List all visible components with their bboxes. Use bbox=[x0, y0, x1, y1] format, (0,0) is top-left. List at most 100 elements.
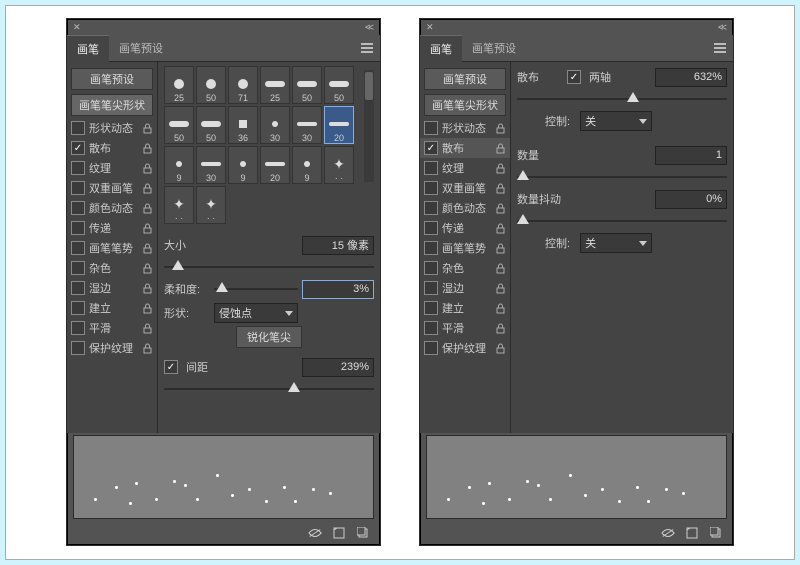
sidebar-item-0[interactable]: 形状动态 bbox=[67, 118, 157, 138]
brush-preset-cell[interactable]: 30 bbox=[260, 106, 290, 144]
brush-preset-cell[interactable]: 9 bbox=[164, 146, 194, 184]
sidebar-item-1[interactable]: 散布 bbox=[420, 138, 510, 158]
sidebar-item-2[interactable]: 纹理 bbox=[67, 158, 157, 178]
sidebar-item-9[interactable]: 建立 bbox=[420, 298, 510, 318]
close-icon[interactable]: ✕ bbox=[426, 22, 434, 33]
option-checkbox[interactable] bbox=[71, 241, 85, 255]
panel-menu-icon[interactable] bbox=[354, 35, 380, 61]
sidebar-item-10[interactable]: 平滑 bbox=[420, 318, 510, 338]
lock-icon[interactable] bbox=[495, 303, 506, 314]
spacing-slider[interactable] bbox=[164, 380, 374, 398]
tab-brush-presets[interactable]: 画笔预设 bbox=[109, 35, 173, 61]
brush-preset-cell[interactable]: 50 bbox=[196, 66, 226, 104]
brush-preset-cell[interactable]: ✦· · bbox=[196, 186, 226, 224]
spacing-input[interactable]: 239% bbox=[302, 358, 374, 377]
lock-icon[interactable] bbox=[142, 123, 153, 134]
count-jitter-input[interactable]: 0% bbox=[655, 190, 727, 209]
option-checkbox[interactable] bbox=[424, 341, 438, 355]
option-checkbox[interactable] bbox=[424, 281, 438, 295]
option-checkbox[interactable] bbox=[424, 221, 438, 235]
brush-preset-cell[interactable]: 30 bbox=[196, 146, 226, 184]
option-checkbox[interactable] bbox=[424, 201, 438, 215]
shape-dropdown[interactable]: 侵蚀点 bbox=[214, 303, 298, 323]
brush-preset-cell[interactable]: 36 bbox=[228, 106, 258, 144]
option-checkbox[interactable] bbox=[71, 261, 85, 275]
sidebar-btn-tip-shape[interactable]: 画笔笔尖形状 bbox=[71, 94, 153, 116]
option-checkbox[interactable] bbox=[424, 141, 438, 155]
lock-icon[interactable] bbox=[142, 283, 153, 294]
toggle-preview-icon[interactable] bbox=[308, 526, 322, 540]
option-checkbox[interactable] bbox=[424, 261, 438, 275]
lock-icon[interactable] bbox=[142, 243, 153, 254]
sidebar-item-11[interactable]: 保护纹理 bbox=[420, 338, 510, 358]
collapse-icon[interactable]: ≪ bbox=[365, 22, 374, 33]
sidebar-item-7[interactable]: 杂色 bbox=[67, 258, 157, 278]
lock-icon[interactable] bbox=[142, 343, 153, 354]
lock-icon[interactable] bbox=[495, 203, 506, 214]
panel-menu-icon[interactable] bbox=[707, 35, 733, 61]
sidebar-btn-tip-shape[interactable]: 画笔笔尖形状 bbox=[424, 94, 506, 116]
lock-icon[interactable] bbox=[142, 263, 153, 274]
tab-brush[interactable]: 画笔 bbox=[67, 35, 109, 62]
lock-icon[interactable] bbox=[495, 323, 506, 334]
control-dropdown[interactable]: 关 bbox=[580, 111, 652, 131]
scatter-slider[interactable] bbox=[517, 90, 727, 108]
sidebar-item-7[interactable]: 杂色 bbox=[420, 258, 510, 278]
new-preset-icon[interactable] bbox=[685, 526, 699, 540]
softness-slider[interactable] bbox=[214, 280, 298, 298]
brush-preset-cell[interactable]: 9 bbox=[292, 146, 322, 184]
brush-preset-cell[interactable]: ✦· · bbox=[164, 186, 194, 224]
sidebar-item-4[interactable]: 颜色动态 bbox=[67, 198, 157, 218]
lock-icon[interactable] bbox=[142, 143, 153, 154]
size-input[interactable]: 15 像素 bbox=[302, 236, 374, 255]
tab-brush-presets[interactable]: 画笔预设 bbox=[462, 35, 526, 61]
count-input[interactable]: 1 bbox=[655, 146, 727, 165]
option-checkbox[interactable] bbox=[71, 161, 85, 175]
sidebar-item-5[interactable]: 传递 bbox=[420, 218, 510, 238]
option-checkbox[interactable] bbox=[424, 241, 438, 255]
sidebar-item-9[interactable]: 建立 bbox=[67, 298, 157, 318]
option-checkbox[interactable] bbox=[71, 121, 85, 135]
lock-icon[interactable] bbox=[495, 183, 506, 194]
grid-scrollbar[interactable] bbox=[364, 70, 374, 182]
option-checkbox[interactable] bbox=[424, 161, 438, 175]
lock-icon[interactable] bbox=[495, 223, 506, 234]
option-checkbox[interactable] bbox=[71, 221, 85, 235]
brush-preset-cell[interactable]: 25 bbox=[164, 66, 194, 104]
collapse-icon[interactable]: ≪ bbox=[718, 22, 727, 33]
sidebar-item-10[interactable]: 平滑 bbox=[67, 318, 157, 338]
lock-icon[interactable] bbox=[142, 183, 153, 194]
lock-icon[interactable] bbox=[495, 243, 506, 254]
sidebar-item-6[interactable]: 画笔笔势 bbox=[67, 238, 157, 258]
brush-preset-cell[interactable]: 20 bbox=[324, 106, 354, 144]
sidebar-item-2[interactable]: 纹理 bbox=[420, 158, 510, 178]
brush-preset-cell[interactable]: 50 bbox=[324, 66, 354, 104]
count-slider[interactable] bbox=[517, 168, 727, 186]
sharpen-tip-button[interactable]: 锐化笔尖 bbox=[236, 326, 302, 348]
option-checkbox[interactable] bbox=[71, 321, 85, 335]
softness-input[interactable]: 3% bbox=[302, 280, 374, 299]
brush-preset-cell[interactable]: 50 bbox=[164, 106, 194, 144]
lock-icon[interactable] bbox=[495, 163, 506, 174]
sidebar-item-1[interactable]: 散布 bbox=[67, 138, 157, 158]
brush-preset-cell[interactable]: 71 bbox=[228, 66, 258, 104]
option-checkbox[interactable] bbox=[71, 301, 85, 315]
close-icon[interactable]: ✕ bbox=[73, 22, 81, 33]
option-checkbox[interactable] bbox=[71, 201, 85, 215]
control-dropdown-2[interactable]: 关 bbox=[580, 233, 652, 253]
brush-preset-cell[interactable]: 50 bbox=[292, 66, 322, 104]
count-jitter-slider[interactable] bbox=[517, 212, 727, 230]
lock-icon[interactable] bbox=[495, 263, 506, 274]
sidebar-btn-presets[interactable]: 画笔预设 bbox=[424, 68, 506, 90]
brush-preset-cell[interactable]: 9 bbox=[228, 146, 258, 184]
brush-preset-grid[interactable]: 2550712550505050363030209309209✦· ·✦· ·✦… bbox=[164, 66, 354, 224]
sidebar-item-3[interactable]: 双重画笔 bbox=[67, 178, 157, 198]
lock-icon[interactable] bbox=[142, 163, 153, 174]
sidebar-btn-presets[interactable]: 画笔预设 bbox=[71, 68, 153, 90]
sidebar-item-8[interactable]: 湿边 bbox=[67, 278, 157, 298]
both-axes-checkbox[interactable] bbox=[567, 70, 581, 84]
brush-preset-cell[interactable]: 30 bbox=[292, 106, 322, 144]
option-checkbox[interactable] bbox=[71, 341, 85, 355]
scatter-input[interactable]: 632% bbox=[655, 68, 727, 87]
brush-preset-cell[interactable]: ✦· · bbox=[324, 146, 354, 184]
